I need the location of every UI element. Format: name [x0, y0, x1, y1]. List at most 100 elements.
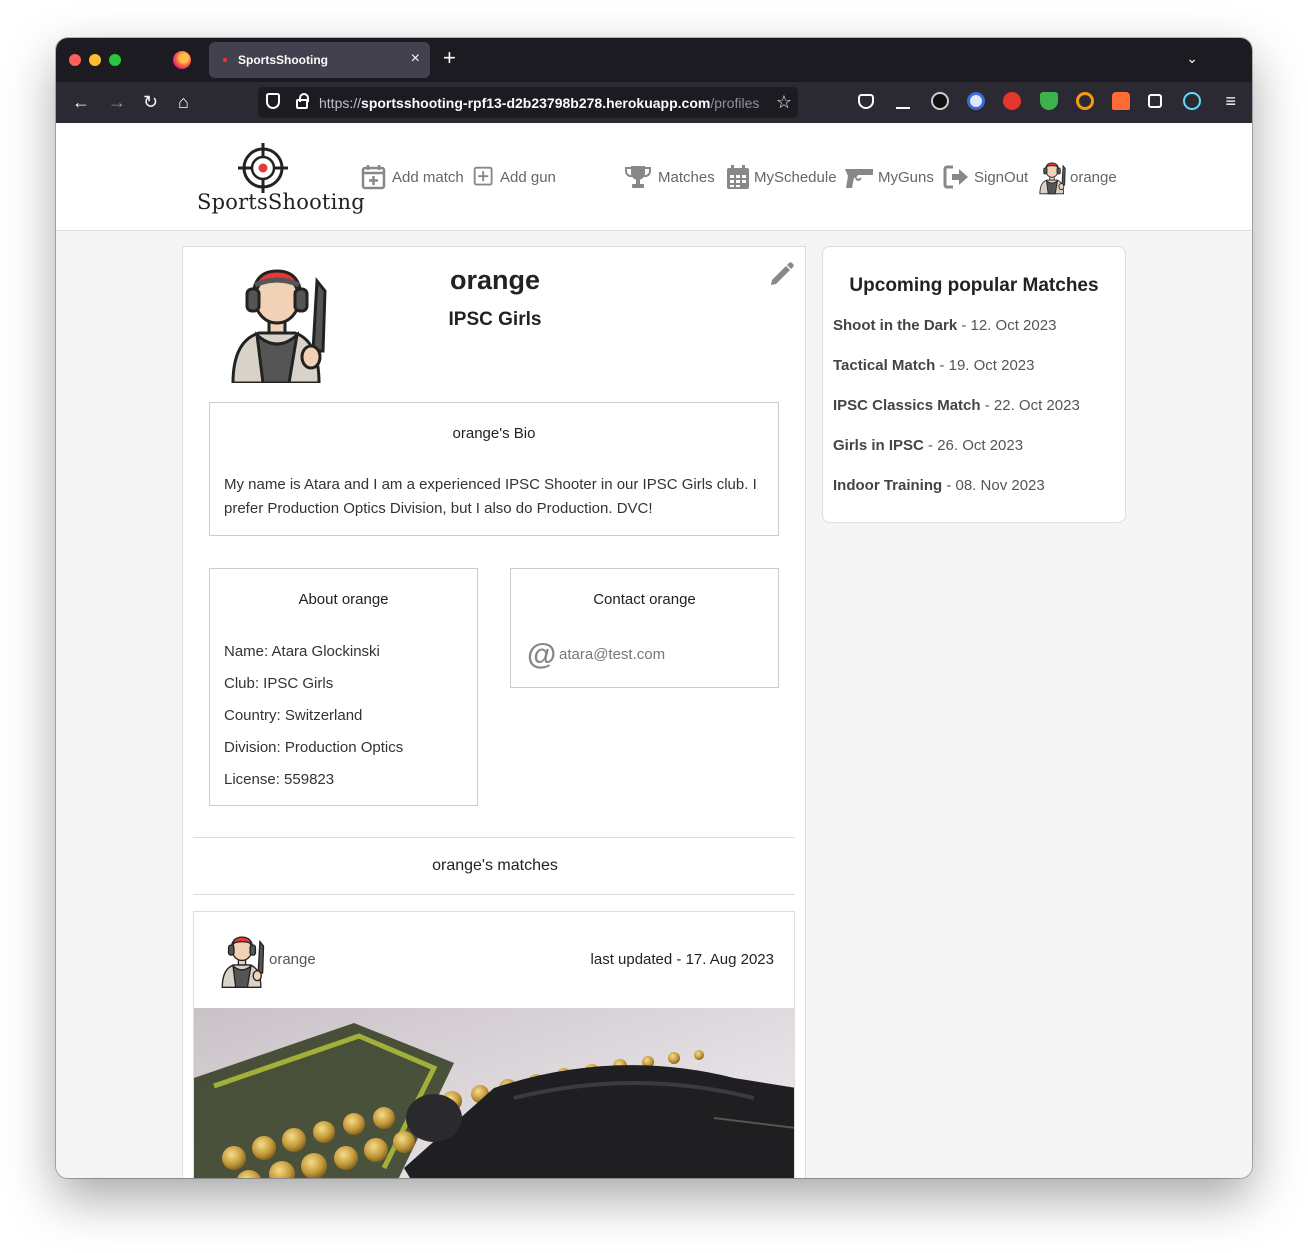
upcoming-match-name: Indoor Training — [833, 477, 943, 494]
favicon-icon — [223, 58, 227, 62]
nav-myguns[interactable]: MyGuns — [844, 163, 934, 191]
url-protocol: https:// — [319, 95, 362, 111]
browser-tabbar: SportsShooting × + ⌄ — [56, 38, 1252, 82]
upcoming-title: Upcoming popular Matches — [849, 275, 1099, 296]
maximize-window-button[interactable] — [109, 54, 121, 66]
nav-add-match[interactable]: Add match — [361, 163, 464, 191]
lock-icon[interactable] — [296, 93, 309, 109]
shield-icon[interactable] — [266, 93, 280, 109]
upcoming-matches-card: Upcoming popular Matches Shoot in the Da… — [822, 246, 1126, 523]
at-icon: @ — [527, 638, 557, 671]
nav-matches-label: Matches — [658, 168, 715, 186]
upcoming-match-name: IPSC Classics Match — [833, 397, 981, 414]
firefox-icon[interactable] — [173, 51, 191, 69]
divider — [193, 837, 795, 838]
logo-text[interactable]: SportsShooting — [197, 190, 365, 214]
nav-myschedule-label: MySchedule — [754, 168, 837, 186]
browser-navbar: ← → ↻ ⌂ https://sportsshooting-rpf13-d2b… — [56, 82, 1252, 123]
user-avatar — [1039, 162, 1066, 195]
extension-clock-icon[interactable] — [967, 92, 985, 110]
tab-list-button[interactable]: ⌄ — [1186, 50, 1198, 67]
about-name: Name: Atara Glockinski — [224, 643, 380, 660]
contact-box: Contact orange @ atara@test.com — [510, 568, 779, 688]
minimize-window-button[interactable] — [89, 54, 101, 66]
upcoming-match-item[interactable]: Girls in IPSC - 26. Oct 2023 — [833, 437, 1023, 454]
extension-g-icon[interactable] — [1076, 92, 1094, 110]
url-bar[interactable]: https://sportsshooting-rpf13-d2b23798b27… — [258, 87, 798, 118]
nav-myguns-label: MyGuns — [878, 168, 934, 186]
site-header: SportsShooting Add match Add gun Matches… — [56, 123, 1252, 231]
about-division: Division: Production Optics — [224, 739, 404, 756]
calendar-plus-icon — [361, 165, 386, 190]
tab-title: SportsShooting — [238, 53, 328, 67]
upcoming-match-date: - 19. Oct 2023 — [935, 357, 1035, 374]
contact-title: Contact orange — [593, 591, 696, 608]
url-text[interactable]: https://sportsshooting-rpf13-d2b23798b27… — [319, 95, 767, 111]
nav-user-profile[interactable]: orange — [1036, 162, 1117, 195]
menu-icon[interactable]: ≡ — [1225, 91, 1236, 112]
upcoming-match-date: - 22. Oct 2023 — [980, 397, 1080, 414]
tab-close-icon[interactable]: × — [411, 50, 420, 68]
extensions-puzzle-icon[interactable] — [1148, 94, 1162, 108]
match-author-name[interactable]: orange — [269, 951, 316, 968]
close-window-button[interactable] — [69, 54, 81, 66]
forward-button[interactable]: → — [108, 92, 126, 112]
divider — [193, 894, 795, 895]
home-button[interactable]: ⌂ — [178, 92, 189, 112]
contact-email[interactable]: atara@test.com — [559, 646, 665, 663]
trophy-icon — [625, 166, 651, 188]
nav-signout[interactable]: SignOut — [943, 163, 1028, 191]
match-card[interactable]: orange last updated - 17. Aug 2023 — [193, 911, 795, 1178]
bio-title: orange's Bio — [452, 425, 536, 442]
upcoming-match-item[interactable]: Shoot in the Dark - 12. Oct 2023 — [833, 317, 1056, 334]
sign-out-icon — [943, 165, 968, 189]
bio-box: orange's Bio My name is Atara and I am a… — [209, 402, 779, 536]
browser-window: SportsShooting × + ⌄ ← → ↻ ⌂ https://spo… — [56, 38, 1252, 1178]
browser-tab[interactable]: SportsShooting × — [209, 42, 430, 78]
about-club: Club: IPSC Girls — [224, 675, 334, 692]
extension-bird-icon[interactable] — [1003, 92, 1021, 110]
nav-myschedule[interactable]: MySchedule — [725, 163, 837, 191]
pistol-icon — [845, 169, 873, 188]
crosshair-logo-icon[interactable] — [238, 143, 288, 193]
nav-user-label: orange — [1070, 168, 1117, 186]
profile-club: IPSC Girls — [448, 309, 542, 330]
extension-lighthouse-icon[interactable] — [1112, 92, 1130, 110]
extension-ninja-icon[interactable] — [931, 92, 949, 110]
upcoming-match-item[interactable]: Indoor Training - 08. Nov 2023 — [833, 477, 1045, 494]
nav-add-match-label: Add match — [392, 168, 464, 186]
about-country: Country: Switzerland — [224, 707, 363, 724]
match-author-avatar — [221, 936, 265, 988]
bookmark-star-icon[interactable]: ☆ — [776, 92, 792, 113]
nav-signout-label: SignOut — [974, 168, 1029, 186]
profile-card: orange IPSC Girls orange's Bio My name i… — [182, 246, 806, 1178]
upcoming-match-date: - 08. Nov 2023 — [942, 477, 1045, 494]
about-license: License: 559823 — [224, 771, 335, 788]
upcoming-match-item[interactable]: IPSC Classics Match - 22. Oct 2023 — [833, 397, 1080, 414]
url-path: /profiles — [710, 95, 760, 111]
upcoming-match-date: - 26. Oct 2023 — [923, 437, 1024, 454]
extension-shield-icon[interactable] — [1040, 92, 1058, 110]
pocket-icon[interactable] — [858, 94, 874, 109]
page-content: SportsShooting Add match Add gun Matches… — [56, 123, 1252, 1178]
calendar-icon — [727, 165, 749, 189]
upcoming-match-name: Shoot in the Dark — [833, 317, 958, 334]
bio-text: My name is Atara and I am a experienced … — [224, 476, 757, 517]
about-title: About orange — [298, 591, 389, 608]
nav-matches[interactable]: Matches — [623, 163, 715, 191]
react-devtools-icon[interactable] — [1183, 92, 1201, 110]
back-button[interactable]: ← — [72, 92, 90, 112]
nav-add-gun[interactable]: Add gun — [473, 163, 556, 191]
square-plus-icon — [473, 166, 493, 186]
match-photo[interactable] — [194, 1008, 795, 1178]
nav-add-gun-label: Add gun — [500, 168, 556, 186]
reload-button[interactable]: ↻ — [143, 92, 158, 112]
upcoming-match-name: Girls in IPSC — [833, 437, 924, 454]
upcoming-match-item[interactable]: Tactical Match - 19. Oct 2023 — [833, 357, 1035, 374]
new-tab-button[interactable]: + — [443, 47, 456, 69]
profile-name: orange — [449, 265, 541, 295]
upcoming-match-name: Tactical Match — [833, 357, 936, 374]
downloads-icon[interactable] — [896, 93, 910, 109]
matches-title: orange's matches — [432, 857, 558, 874]
upcoming-match-date: - 12. Oct 2023 — [957, 317, 1057, 334]
